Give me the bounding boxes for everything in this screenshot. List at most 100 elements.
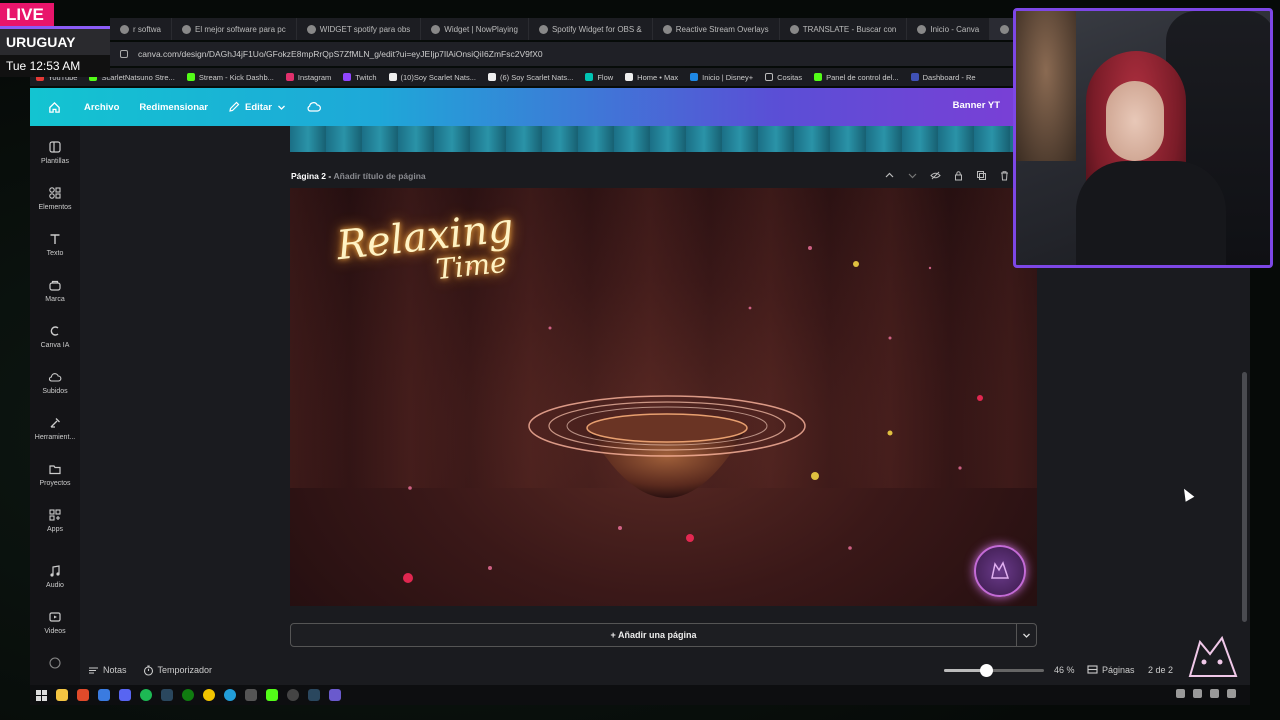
discord-icon[interactable] bbox=[119, 689, 131, 701]
page-count: 2 de 2 bbox=[1148, 665, 1174, 675]
sidebar-item-herramientas[interactable]: Herramient... bbox=[30, 416, 80, 441]
microphone-icon[interactable] bbox=[1193, 689, 1202, 698]
chevron-up-icon[interactable] bbox=[884, 170, 895, 181]
delete-icon[interactable] bbox=[999, 170, 1010, 181]
zoom-slider[interactable] bbox=[944, 664, 1044, 677]
home-button[interactable] bbox=[44, 97, 64, 117]
country-badge: URUGUAY bbox=[0, 29, 110, 55]
volume-icon[interactable] bbox=[1227, 689, 1236, 698]
sidebar-item-canva-ia[interactable]: Canva IA bbox=[30, 324, 80, 349]
network-icon[interactable] bbox=[1210, 689, 1219, 698]
lock-icon[interactable] bbox=[953, 170, 964, 181]
browser-tab[interactable]: El mejor software para pc bbox=[172, 18, 297, 40]
bookmark-item[interactable]: (10)Soy Scarlet Nats... bbox=[383, 73, 482, 82]
address-bar[interactable]: canva.com/design/DAGhJ4jF1Uo/GFokzE8mpRr… bbox=[110, 42, 1020, 66]
timer-button[interactable]: Temporizador bbox=[143, 664, 212, 676]
tab-favicon-icon bbox=[1000, 24, 1010, 34]
bookmark-item[interactable]: (6) Soy Scarlet Nats... bbox=[482, 73, 579, 82]
design-title[interactable]: Banner YT bbox=[953, 100, 1000, 111]
bookmark-item[interactable]: Stream - Kick Dashb... bbox=[181, 73, 280, 82]
browser-tab[interactable]: Reactive Stream Overlays bbox=[653, 18, 780, 40]
steam-icon[interactable] bbox=[308, 689, 320, 701]
folder-icon bbox=[765, 73, 774, 81]
add-page-button[interactable]: + Añadir una página bbox=[290, 623, 1017, 647]
zoom-percentage[interactable]: 46 % bbox=[1054, 665, 1075, 675]
page-title-input[interactable]: Añadir título de página bbox=[334, 171, 426, 181]
bookmark-item[interactable]: Twitch bbox=[337, 73, 382, 82]
sidebar-item-apps[interactable]: Apps bbox=[30, 508, 80, 533]
singing-bowl-image[interactable] bbox=[522, 388, 812, 558]
system-tray bbox=[1176, 689, 1236, 698]
hide-page-icon[interactable] bbox=[930, 170, 941, 181]
sidebar-item-texto[interactable]: Texto bbox=[30, 232, 80, 257]
flow-icon bbox=[585, 73, 594, 81]
notes-icon bbox=[89, 666, 98, 674]
webcam-overlay bbox=[1013, 8, 1273, 268]
steam-icon[interactable] bbox=[161, 689, 173, 701]
pencil-icon bbox=[229, 101, 240, 112]
obs-icon[interactable] bbox=[287, 689, 299, 701]
page-toolbar bbox=[884, 170, 1010, 181]
archivo-menu[interactable]: Archivo bbox=[84, 102, 119, 113]
page-2-title: Página 2 - bbox=[291, 171, 332, 181]
file-explorer-icon[interactable] bbox=[56, 689, 68, 701]
app-icon[interactable] bbox=[203, 689, 215, 701]
pages-button[interactable]: Páginas bbox=[1087, 664, 1135, 675]
chevron-down-icon[interactable] bbox=[907, 170, 918, 181]
bookmark-item[interactable]: Instagram bbox=[280, 73, 337, 82]
bookmark-item[interactable]: Home • Max bbox=[619, 73, 684, 82]
browser-tab[interactable]: r softwa bbox=[110, 18, 173, 40]
editor-scrollbar[interactable] bbox=[1242, 372, 1247, 622]
app-icon[interactable] bbox=[98, 689, 110, 701]
twitch-icon bbox=[343, 73, 352, 81]
bookmark-item[interactable]: Inicio | Disney+ bbox=[684, 73, 759, 82]
design-page-2[interactable]: Relaxing Time bbox=[290, 188, 1037, 606]
tab-favicon-icon bbox=[431, 24, 441, 34]
bookmark-item[interactable]: Cositas bbox=[759, 73, 808, 82]
editar-menu[interactable]: Editar bbox=[228, 101, 286, 113]
browser-tab[interactable]: Spotify Widget for OBS & bbox=[529, 18, 653, 40]
elements-icon bbox=[49, 187, 61, 199]
add-page-options-button[interactable] bbox=[1016, 623, 1037, 647]
bookmark-item[interactable]: Panel de control del... bbox=[808, 73, 905, 82]
sidebar-item-marca[interactable]: Marca bbox=[30, 278, 80, 303]
browser-tab[interactable]: Widget | NowPlaying bbox=[421, 18, 529, 40]
notes-button[interactable]: Notas bbox=[88, 665, 127, 676]
browser-tab[interactable]: WIDGET spotify para obs bbox=[297, 18, 422, 40]
canva-sidebar: Plantillas Elementos Texto Marca Canva I… bbox=[30, 126, 80, 686]
channel-logo-badge[interactable] bbox=[974, 545, 1026, 597]
duplicate-icon[interactable] bbox=[976, 170, 987, 181]
brave-browser-icon[interactable] bbox=[77, 689, 89, 701]
cloud-sync-icon[interactable] bbox=[306, 99, 322, 115]
sidebar-item-audio[interactable]: Audio bbox=[30, 564, 80, 589]
app-icon[interactable] bbox=[245, 689, 257, 701]
windows-start-icon[interactable] bbox=[36, 689, 47, 701]
spotify-icon[interactable] bbox=[140, 689, 152, 701]
sidebar-item-proyectos[interactable]: Proyectos bbox=[30, 462, 80, 487]
videos-icon bbox=[49, 612, 61, 622]
sidebar-item-more[interactable] bbox=[30, 656, 80, 670]
templates-icon bbox=[49, 141, 61, 153]
clock-badge: Tue 12:53 AM bbox=[0, 55, 110, 77]
sidebar-item-plantillas[interactable]: Plantillas bbox=[30, 140, 80, 165]
app-icon[interactable] bbox=[329, 689, 341, 701]
telegram-icon[interactable] bbox=[224, 689, 236, 701]
redimensionar-button[interactable]: Redimensionar bbox=[139, 102, 208, 113]
sidebar-item-elementos[interactable]: Elementos bbox=[30, 186, 80, 211]
text-icon bbox=[50, 234, 60, 244]
editar-label: Editar bbox=[245, 101, 272, 113]
browser-tab[interactable]: Inicio - Canva bbox=[907, 18, 991, 40]
browser-tab[interactable]: TRANSLATE - Buscar con bbox=[780, 18, 908, 40]
live-badge: LIVE bbox=[0, 3, 54, 27]
tray-expand-icon[interactable] bbox=[1176, 689, 1185, 698]
projects-icon bbox=[49, 465, 61, 475]
page-1-preview[interactable] bbox=[290, 126, 1020, 152]
bookmark-item[interactable]: Dashboard - Re bbox=[905, 73, 982, 82]
zoom-slider-handle[interactable] bbox=[980, 664, 993, 677]
bookmark-item[interactable]: Flow bbox=[579, 73, 619, 82]
site-info-icon[interactable] bbox=[120, 50, 128, 58]
sidebar-item-videos[interactable]: Videos bbox=[30, 610, 80, 635]
kick-icon[interactable] bbox=[266, 689, 278, 701]
xbox-icon[interactable] bbox=[182, 689, 194, 701]
sidebar-item-subidos[interactable]: Subidos bbox=[30, 370, 80, 395]
